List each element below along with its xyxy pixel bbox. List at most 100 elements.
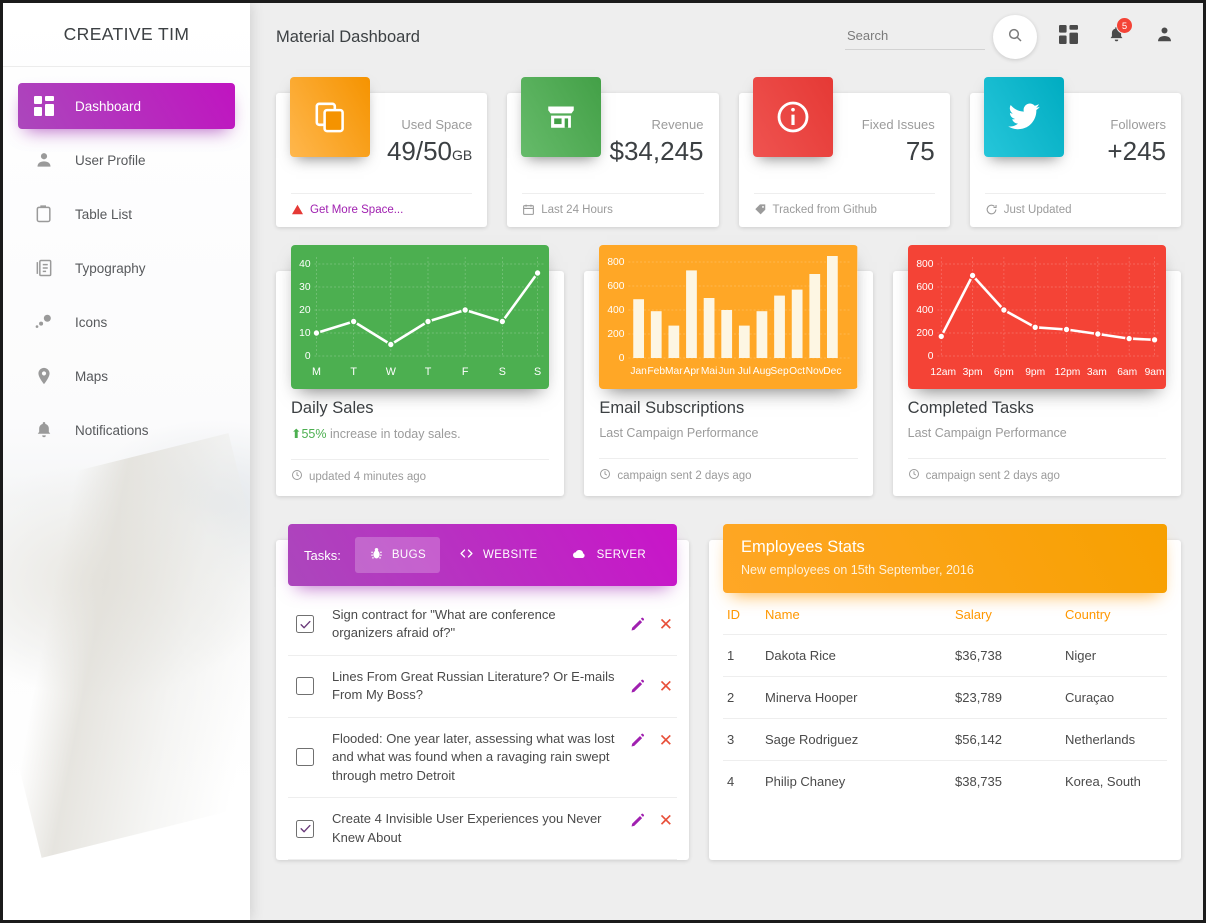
pencil-icon[interactable]	[630, 617, 645, 632]
column-header-name: Name	[761, 599, 951, 635]
svg-text:0: 0	[927, 351, 933, 362]
cell-name: Philip Chaney	[765, 774, 846, 789]
svg-text:6am: 6am	[1117, 367, 1137, 378]
dashboard-icon	[34, 94, 60, 118]
stat-card-category: Fixed Issues	[861, 117, 935, 132]
svg-text:0: 0	[619, 353, 625, 364]
stat-card-top: Revenue $34,245	[521, 77, 704, 181]
search-button[interactable]	[993, 15, 1037, 59]
calendar-icon	[522, 203, 535, 216]
sidebar-item-label: Icons	[75, 314, 108, 330]
sidebar-item-label: Dashboard	[75, 98, 142, 114]
table-row[interactable]: 2 Minerva Hooper $23,789 Curaçao	[723, 676, 1167, 719]
svg-text:Mar: Mar	[665, 366, 683, 377]
svg-text:3am: 3am	[1087, 367, 1107, 378]
stat-card-value: 75	[862, 136, 935, 167]
daily-sales-chart[interactable]: 40 30 20 10 0 MTW T F S S	[291, 245, 550, 389]
tab-website[interactable]: WEBSITE	[444, 537, 552, 573]
chart-card-footer: campaign sent 2 days ago	[907, 458, 1166, 483]
task-text: Lines From Great Russian Literature? Or …	[332, 668, 615, 703]
email-subscriptions-chart[interactable]: 800 600 400 200 0 Jan Feb Mar Apr Mai Ju…	[599, 245, 858, 389]
column-header-id: ID	[723, 599, 761, 635]
stat-card-unit: GB	[452, 147, 473, 163]
close-icon[interactable]: ✕	[659, 678, 673, 695]
map-pin-icon	[34, 364, 60, 388]
tasks-header: Tasks: BUGS WEBSITE SERVER	[288, 524, 677, 586]
stat-card-category: Followers	[1110, 117, 1166, 132]
tab-label: SERVER	[596, 549, 647, 561]
svg-text:3pm: 3pm	[962, 367, 982, 378]
task-checkbox[interactable]	[296, 677, 314, 696]
sidebar-item-label: Typography	[75, 260, 146, 276]
brand[interactable]: CREATIVE TIM	[3, 3, 250, 67]
refresh-icon	[985, 203, 998, 216]
chart-card-title: Daily Sales	[291, 399, 374, 417]
employees-table-body: 1 Dakota Rice $36,738 Niger 2 Minerva Ho…	[723, 634, 1167, 803]
cloud-icon	[570, 546, 589, 564]
sidebar-item-notifications[interactable]: Notifications	[18, 407, 235, 453]
table-row[interactable]: 4 Philip Chaney $38,735 Korea, South	[723, 761, 1167, 803]
svg-text:S: S	[534, 366, 541, 378]
employees-table: ID Name Salary Country 1 Dakota Rice $36…	[723, 599, 1167, 802]
stat-card-footer: Last 24 Hours	[522, 193, 704, 227]
svg-text:20: 20	[299, 305, 311, 316]
sidebar-item-icons[interactable]: Icons	[18, 299, 235, 345]
table-row[interactable]: 3 Sage Rodriguez $56,142 Netherlands	[723, 718, 1167, 761]
task-item: Lines From Great Russian Literature? Or …	[288, 656, 677, 718]
notifications-button[interactable]: 5	[1099, 17, 1133, 54]
pencil-icon[interactable]	[630, 733, 645, 748]
task-checkbox[interactable]	[296, 748, 314, 767]
sidebar-item-maps[interactable]: Maps	[18, 353, 235, 399]
cell-salary: $36,738	[951, 634, 1061, 677]
svg-text:Jul: Jul	[738, 366, 751, 377]
store-icon	[521, 77, 602, 157]
search-input[interactable]	[845, 24, 985, 50]
close-icon[interactable]: ✕	[659, 732, 673, 749]
svg-text:S: S	[499, 366, 506, 378]
sidebar-item-label: Maps	[75, 368, 109, 384]
pencil-icon[interactable]	[630, 679, 645, 694]
chart-card-percent: 55%	[301, 427, 327, 441]
tab-server[interactable]: SERVER	[556, 537, 660, 573]
close-icon[interactable]: ✕	[659, 616, 673, 633]
stat-card-category: Used Space	[401, 117, 473, 132]
svg-text:400: 400	[916, 305, 933, 316]
svg-text:400: 400	[608, 305, 625, 316]
page-title: Material Dashboard	[276, 27, 420, 46]
svg-text:600: 600	[916, 282, 933, 293]
close-icon[interactable]: ✕	[659, 812, 673, 829]
svg-text:12pm: 12pm	[1054, 367, 1080, 378]
stat-card-category: Revenue	[651, 117, 704, 132]
task-checkbox[interactable]	[296, 819, 314, 838]
task-actions: ✕	[630, 678, 673, 695]
sidebar-item-table-list[interactable]: Table List	[18, 191, 235, 237]
table-header-row: ID Name Salary Country	[723, 599, 1167, 635]
cell-country: Curaçao	[1061, 676, 1167, 719]
account-button[interactable]	[1147, 20, 1181, 54]
task-checkbox[interactable]	[296, 615, 314, 634]
stat-card-footer-text: Tracked from Github	[772, 203, 877, 216]
svg-text:40: 40	[299, 259, 311, 270]
sidebar-item-typography[interactable]: Typography	[18, 245, 235, 291]
svg-text:W: W	[386, 366, 397, 378]
get-more-space-link[interactable]: Get More Space...	[310, 204, 403, 216]
stat-card-followers: Followers +245 Just Updated	[969, 77, 1181, 227]
bubble-icon	[34, 310, 60, 334]
cell-country: Netherlands	[1061, 718, 1167, 761]
sidebar-item-dashboard[interactable]: Dashboard	[18, 83, 235, 129]
sidebar-item-user-profile[interactable]: User Profile	[18, 137, 235, 183]
employees-stats-card: Employees Stats New employees on 15th Se…	[709, 524, 1181, 861]
completed-tasks-chart[interactable]: 800 600 400 200 0 12am 3pm 6pm 9pm 12pm …	[907, 245, 1166, 389]
chart-card-footer: updated 4 minutes ago	[291, 459, 550, 484]
table-row[interactable]: 1 Dakota Rice $36,738 Niger	[723, 634, 1167, 677]
pencil-icon[interactable]	[630, 813, 645, 828]
tab-bugs[interactable]: BUGS	[354, 537, 441, 573]
dashboard-grid-button[interactable]	[1051, 20, 1085, 54]
svg-text:0: 0	[305, 351, 311, 362]
cell-name: Dakota Rice	[761, 634, 951, 677]
cell-name: Sage Rodriguez	[761, 718, 951, 761]
svg-text:200: 200	[608, 329, 625, 340]
chart-card-email-subscriptions: 800 600 400 200 0 Jan Feb Mar Apr Mai Ju…	[584, 245, 873, 496]
chart-card-subtitle: ⬆55% increase in today sales.	[291, 426, 549, 441]
svg-text:Aug: Aug	[753, 366, 771, 377]
